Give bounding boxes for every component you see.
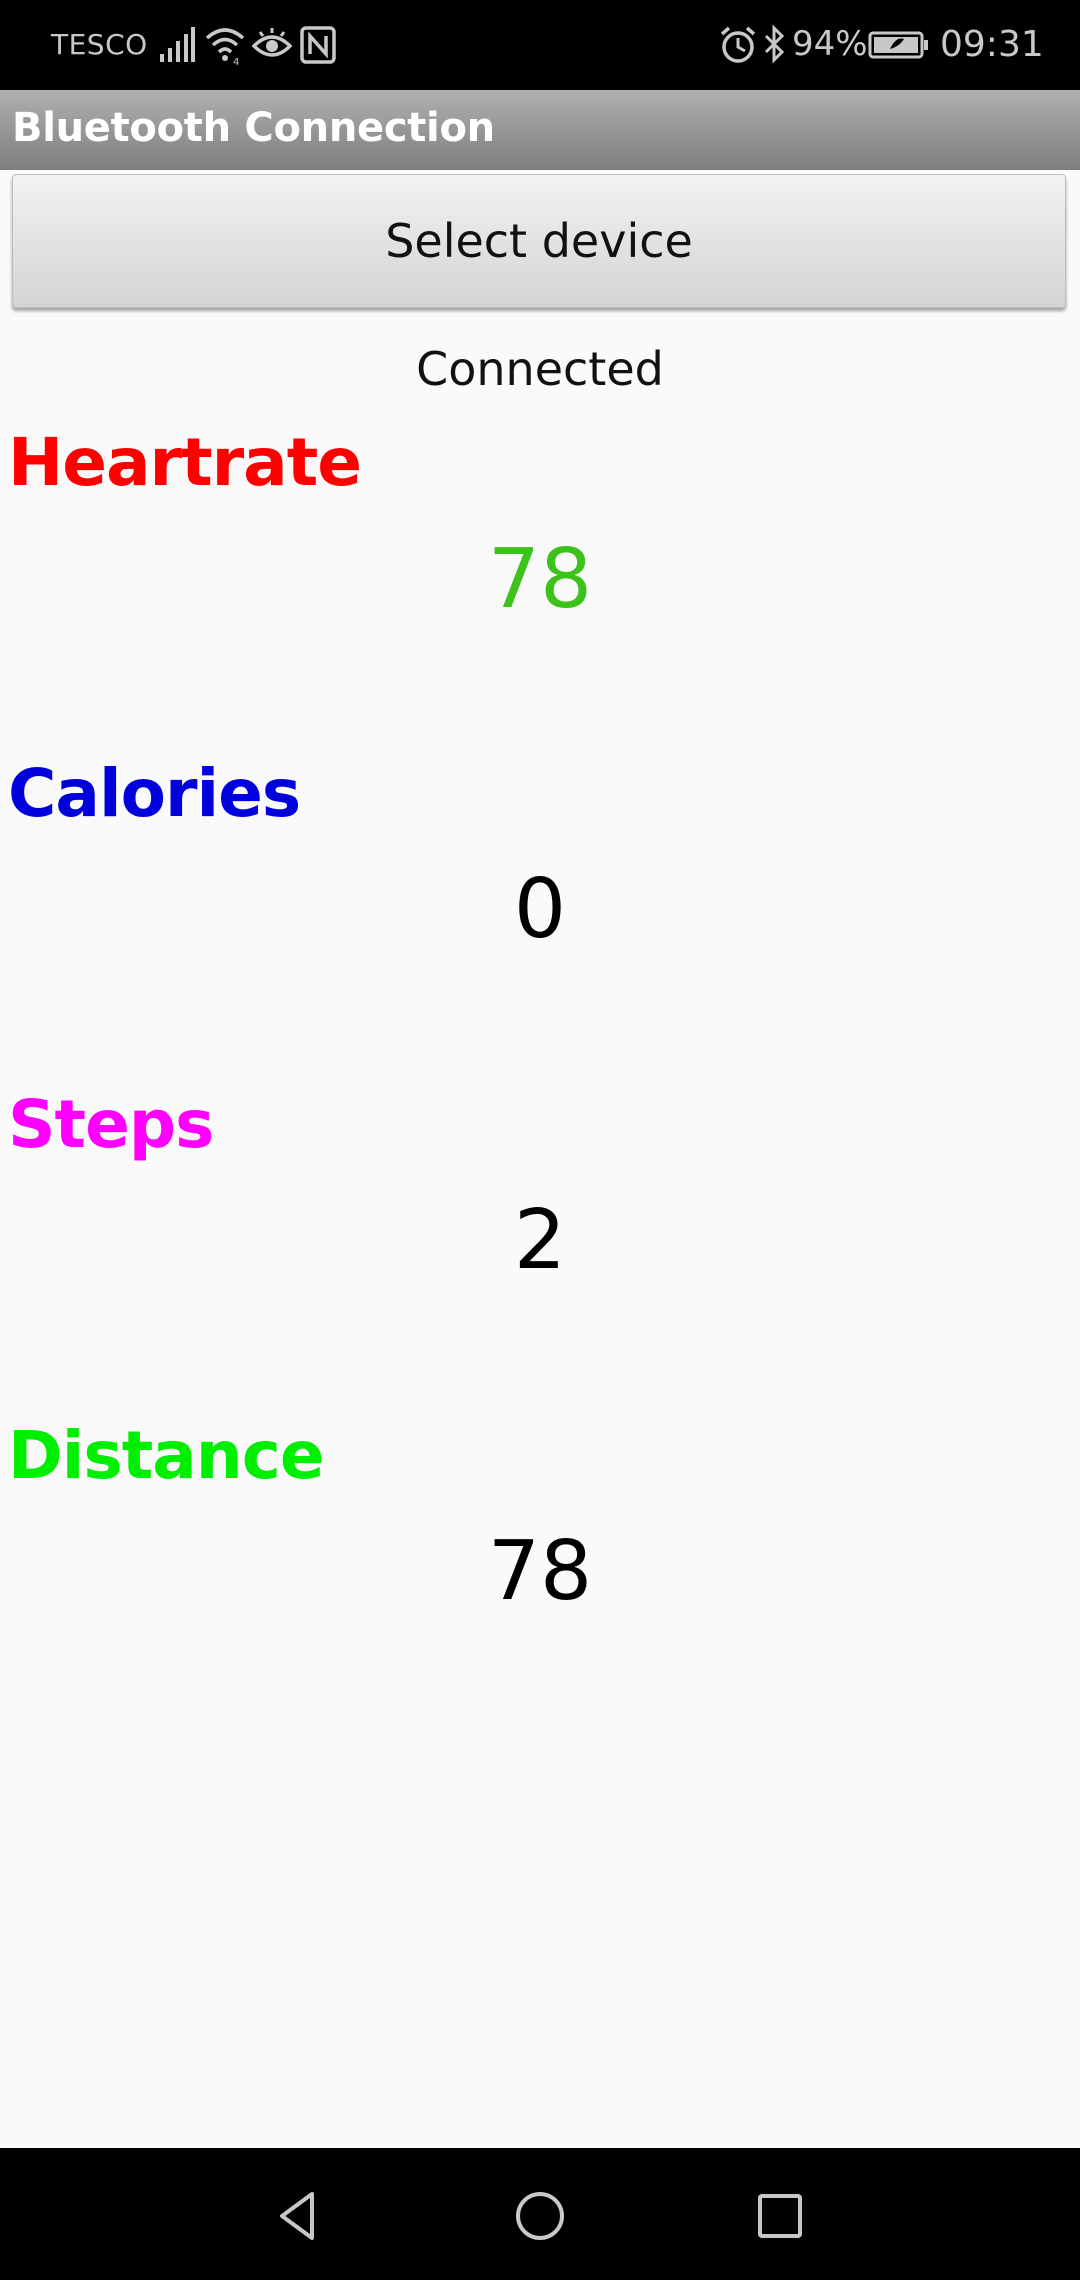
steps-label: Steps xyxy=(8,1086,214,1163)
battery-icon xyxy=(868,31,928,59)
bluetooth-icon xyxy=(764,24,785,64)
title-bar: Bluetooth Connection xyxy=(0,90,1080,170)
calories-label: Calories xyxy=(8,755,301,832)
distance-label: Distance xyxy=(8,1417,325,1494)
status-bar: TESCO 4 94% 09:31 xyxy=(0,0,1080,90)
steps-value: 2 xyxy=(513,1193,567,1288)
back-icon[interactable] xyxy=(268,2184,332,2248)
calories-value: 0 xyxy=(513,862,567,957)
battery-percent: 94% xyxy=(792,24,868,64)
svg-text:4: 4 xyxy=(233,57,239,66)
app-title: Bluetooth Connection xyxy=(12,105,495,151)
navigation-bar xyxy=(0,2148,1080,2280)
home-icon[interactable] xyxy=(508,2184,572,2248)
carrier-label: TESCO xyxy=(51,28,148,61)
clock: 09:31 xyxy=(940,24,1044,65)
heartrate-value: 78 xyxy=(487,532,593,627)
signal-icon xyxy=(160,27,195,62)
nfc-icon xyxy=(300,26,336,64)
wifi-icon: 4 xyxy=(205,28,245,66)
distance-value: 78 xyxy=(487,1524,593,1619)
recents-icon[interactable] xyxy=(748,2184,812,2248)
eye-icon xyxy=(252,28,292,57)
heartrate-label: Heartrate xyxy=(8,424,362,501)
select-device-button[interactable]: Select device xyxy=(12,174,1066,308)
connection-status: Connected xyxy=(416,342,664,396)
alarm-icon xyxy=(720,26,756,63)
